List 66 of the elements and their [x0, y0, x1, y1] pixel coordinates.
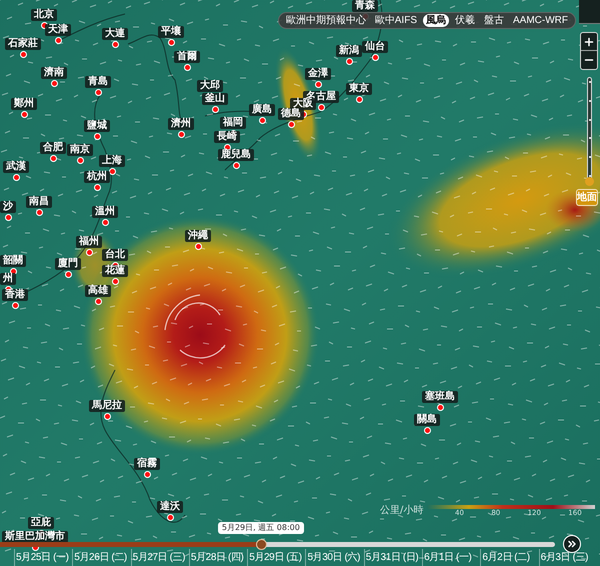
city-label: 南昌 [26, 196, 52, 208]
city-label: 塞班島 [422, 391, 458, 403]
city-label: 大連 [102, 28, 128, 40]
city-label: 長崎 [214, 131, 240, 143]
city-label: 鹿兒島 [218, 149, 254, 161]
model-tab[interactable]: 盤古 [481, 14, 507, 27]
city-label: 釜山 [202, 93, 228, 105]
model-tab[interactable]: 歐洲中期預報中心 [282, 14, 369, 27]
day-label[interactable]: 6月1日 (一) [422, 549, 480, 566]
day-label[interactable]: 5月27日 (三) [130, 549, 189, 566]
day-label[interactable]: 6月3日 (三) [538, 549, 597, 566]
model-tab[interactable]: 伏羲 [452, 14, 478, 27]
city-label: 濟州 [168, 118, 194, 130]
city-label: 高雄 [85, 285, 111, 297]
city-label: 濟南 [41, 67, 67, 79]
city-label: 馬尼拉 [89, 400, 125, 412]
city-label: 溫州 [92, 206, 118, 218]
model-tab[interactable]: AAMC-WRF [510, 14, 571, 27]
city-label: 福州 [76, 236, 102, 248]
city-label: 台北 [102, 249, 128, 261]
day-label[interactable]: 6月2日 (二) [480, 549, 539, 566]
corner-panel [579, 0, 600, 24]
city-label: 青島 [85, 76, 111, 88]
city-label: 韶關 [0, 255, 26, 267]
time-tooltip: 5月29日, 週五 08:00 [218, 522, 304, 534]
model-tab[interactable]: 風烏 [423, 14, 449, 27]
plus-icon [583, 36, 595, 48]
city-label: 天津 [45, 24, 71, 36]
day-label[interactable]: 5月30日 (六) [305, 549, 364, 566]
city-label: 達沃 [157, 501, 183, 513]
city-label: 上海 [99, 155, 125, 167]
day-label[interactable]: 5月25日 (一) [14, 549, 72, 566]
city-label: 亞庇 [28, 517, 54, 529]
city-label: 沖繩 [185, 230, 211, 242]
city-label: 關島 [414, 414, 440, 426]
city-label: 鹽城 [84, 120, 110, 132]
city-label: 廣島 [249, 104, 275, 116]
city-label: 合肥 [40, 142, 66, 154]
city-label: 仙台 [362, 41, 388, 53]
day-label[interactable]: 5月29日 (五) [247, 549, 306, 566]
day-label[interactable]: 5月31日 (日) [364, 549, 422, 566]
city-label: 廈門 [55, 258, 81, 270]
city-label: 新潟 [336, 45, 362, 57]
city-label: 香港 [2, 289, 28, 301]
city-label: 州 [0, 273, 16, 285]
legend-unit: 公里/小時 [380, 506, 424, 516]
day-label[interactable]: 5月26日 (二) [72, 549, 131, 566]
city-label: 南京 [67, 144, 93, 156]
city-label: 首爾 [174, 51, 200, 63]
city-label: 花蓮 [102, 265, 128, 277]
double-chevron-icon [566, 538, 578, 550]
city-label: 東京 [346, 83, 372, 95]
city-label: 石家莊 [5, 38, 41, 50]
model-tab[interactable]: 歐中AIFS [372, 14, 420, 27]
city-label: 大邱 [197, 80, 223, 92]
city-label: 杭州 [84, 171, 110, 183]
city-label: 福岡 [220, 117, 246, 129]
city-label: 金澤 [305, 68, 331, 80]
city-label: 沙 [0, 201, 16, 213]
day-label[interactable]: 5月28日 (四) [188, 549, 248, 566]
city-label: 宿霧 [134, 458, 160, 470]
city-label: 北京 [31, 9, 57, 21]
city-label: 鄭州 [11, 98, 37, 110]
city-label: 武漢 [3, 161, 29, 173]
city-label: 德島 [278, 108, 304, 120]
city-label: 平壤 [158, 26, 184, 38]
